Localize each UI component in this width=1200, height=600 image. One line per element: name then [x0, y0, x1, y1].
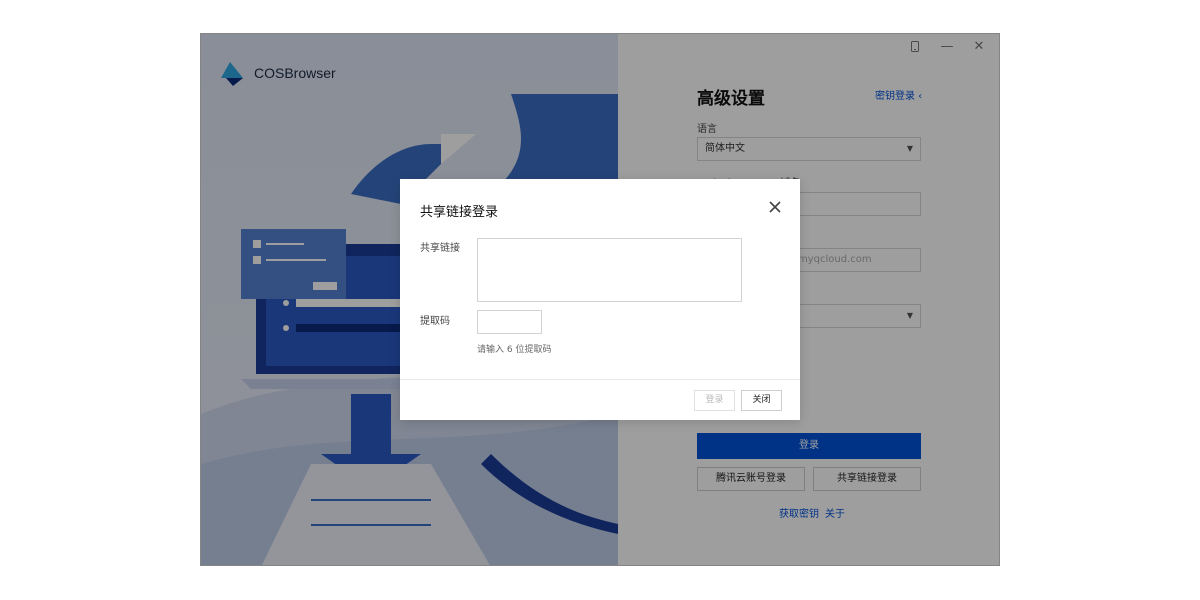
extract-code-label: 提取码	[420, 316, 450, 327]
dialog-login-button[interactable]: 登录	[694, 390, 735, 411]
close-icon[interactable]	[768, 200, 782, 214]
share-link-label: 共享链接	[420, 243, 460, 254]
extract-code-input[interactable]	[477, 310, 542, 334]
extract-code-hint: 请输入 6 位提取码	[477, 345, 552, 355]
dialog-close-button[interactable]: 关闭	[741, 390, 782, 411]
share-link-dialog: 共享链接登录 共享链接 提取码 请输入 6 位提取码 登录 关闭	[400, 179, 800, 420]
share-link-textarea[interactable]	[477, 238, 742, 302]
dialog-divider	[400, 379, 800, 380]
dialog-title: 共享链接登录	[420, 205, 499, 220]
